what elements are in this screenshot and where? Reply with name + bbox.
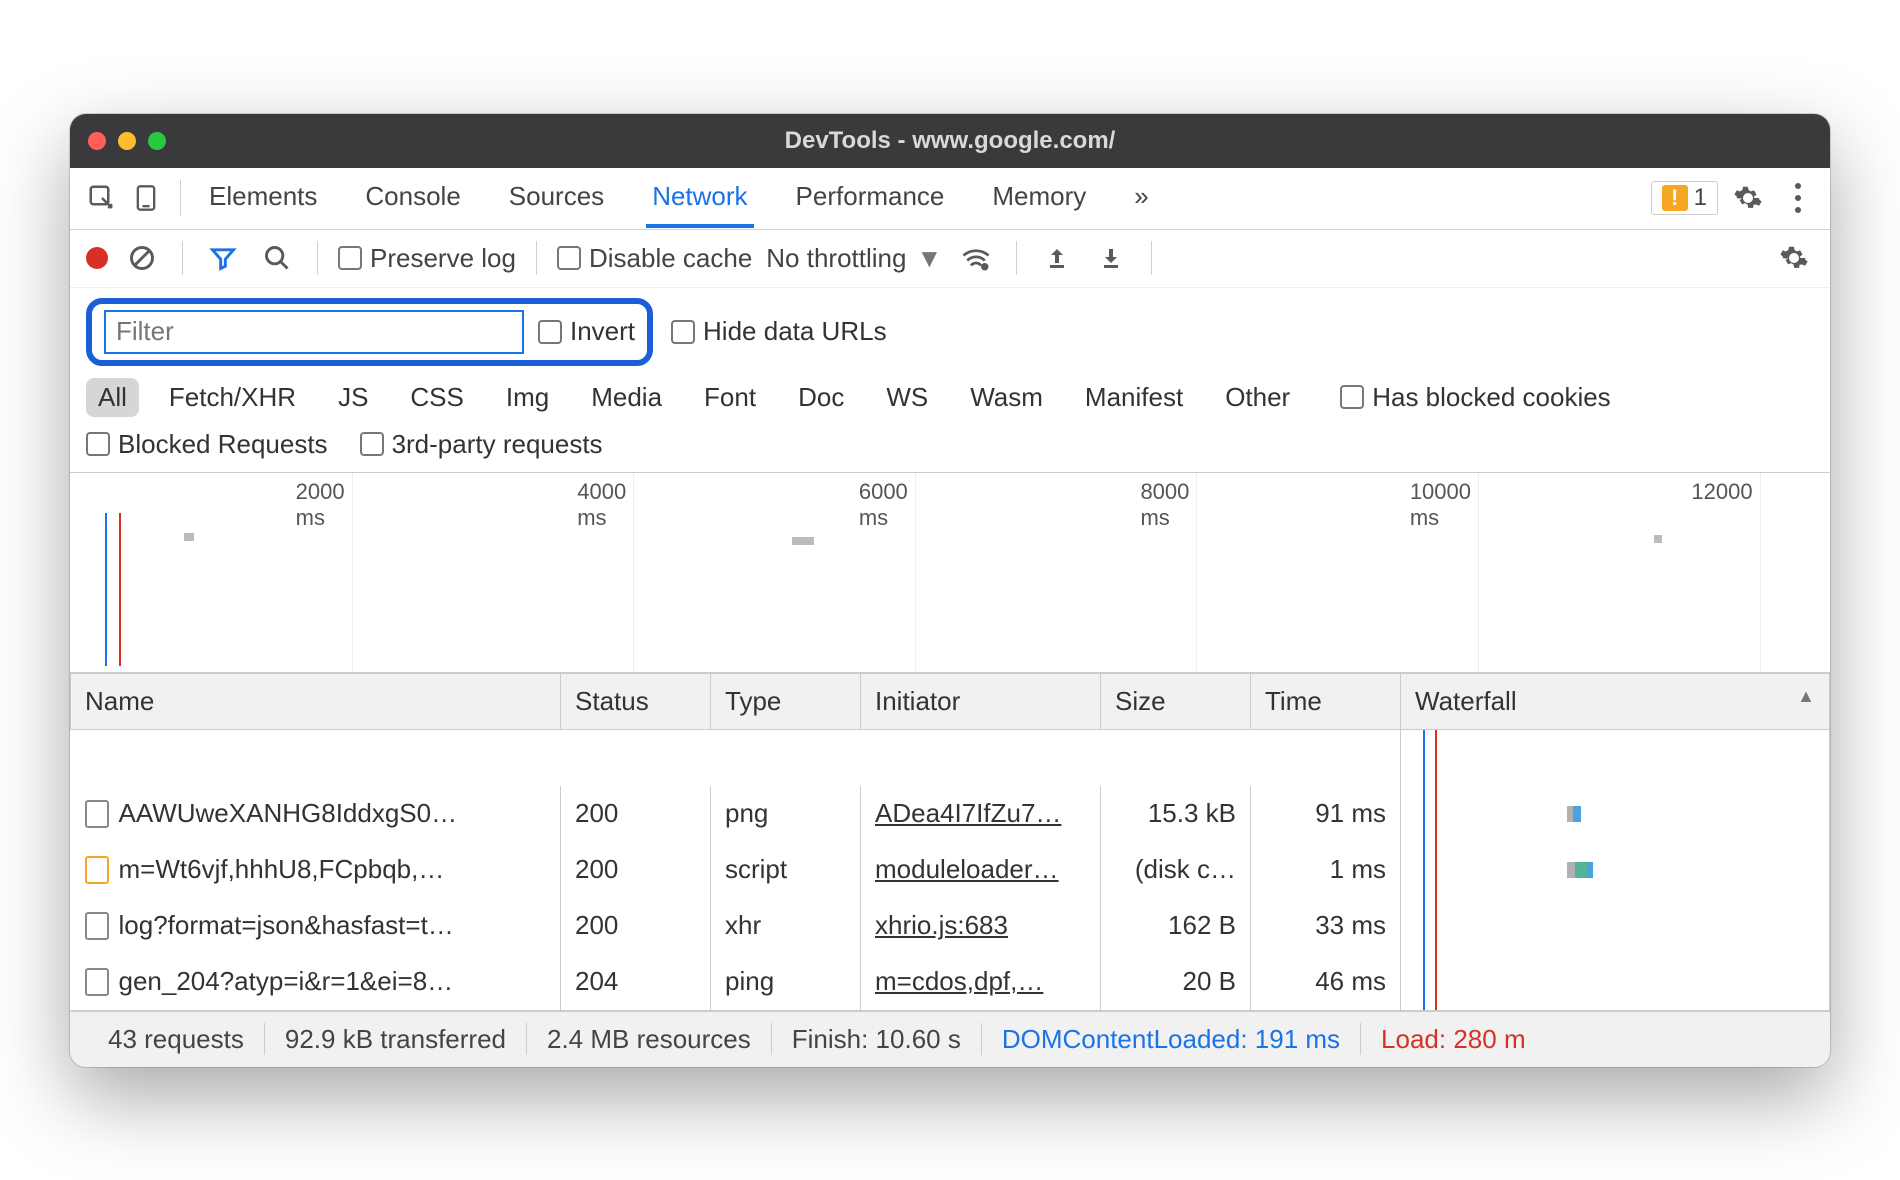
panel-tabs: Elements Console Sources Network Perform… bbox=[203, 169, 1155, 228]
type-filters: All Fetch/XHR JS CSS Img Media Font Doc … bbox=[70, 372, 1830, 423]
kebab-icon[interactable] bbox=[1778, 178, 1818, 218]
preserve-log-checkbox[interactable]: Preserve log bbox=[338, 243, 516, 274]
initiator-link[interactable]: xhrio.js:683 bbox=[875, 910, 1008, 940]
col-type[interactable]: Type bbox=[711, 673, 861, 729]
table-header-row: Name Status Type Initiator Size Time Wat… bbox=[71, 673, 1830, 729]
status-resources: 2.4 MB resources bbox=[527, 1024, 771, 1055]
download-icon[interactable] bbox=[1091, 238, 1131, 278]
window-controls bbox=[88, 132, 166, 150]
filter-input[interactable] bbox=[104, 310, 524, 354]
filter-row-3: Blocked Requests 3rd-party requests bbox=[70, 423, 1830, 473]
status-bar: 43 requests 92.9 kB transferred 2.4 MB r… bbox=[70, 1011, 1830, 1067]
status-transferred: 92.9 kB transferred bbox=[265, 1024, 526, 1055]
tab-performance[interactable]: Performance bbox=[790, 169, 951, 228]
has-blocked-cookies-checkbox[interactable]: Has blocked cookies bbox=[1340, 382, 1610, 413]
table-row[interactable]: log?format=json&hasfast=t… 200 xhr xhrio… bbox=[71, 898, 1830, 954]
tab-memory[interactable]: Memory bbox=[986, 169, 1092, 228]
status-requests: 43 requests bbox=[88, 1024, 264, 1055]
upload-icon[interactable] bbox=[1037, 238, 1077, 278]
col-waterfall[interactable]: Waterfall bbox=[1401, 673, 1830, 729]
doc-file-icon bbox=[85, 912, 109, 940]
network-table: Name Status Type Initiator Size Time Wat… bbox=[70, 673, 1830, 1011]
type-img[interactable]: Img bbox=[494, 378, 561, 417]
tab-sources[interactable]: Sources bbox=[503, 169, 610, 228]
image-file-icon bbox=[85, 800, 109, 828]
main-tabs-row: Elements Console Sources Network Perform… bbox=[70, 168, 1830, 230]
clear-icon[interactable] bbox=[122, 238, 162, 278]
type-other[interactable]: Other bbox=[1213, 378, 1302, 417]
type-doc[interactable]: Doc bbox=[786, 378, 856, 417]
close-icon[interactable] bbox=[88, 132, 106, 150]
doc-file-icon bbox=[85, 968, 109, 996]
filter-row: Invert Hide data URLs bbox=[70, 288, 1830, 372]
type-ws[interactable]: WS bbox=[874, 378, 940, 417]
type-fetch-xhr[interactable]: Fetch/XHR bbox=[157, 378, 308, 417]
initiator-link[interactable]: ADea4I7IfZu7… bbox=[875, 798, 1061, 828]
type-manifest[interactable]: Manifest bbox=[1073, 378, 1195, 417]
devtools-window: DevTools - www.google.com/ Elements Cons… bbox=[70, 114, 1830, 1067]
col-time[interactable]: Time bbox=[1251, 673, 1401, 729]
initiator-link[interactable]: m=cdos,dpf,… bbox=[875, 966, 1043, 996]
third-party-checkbox[interactable]: 3rd-party requests bbox=[360, 429, 603, 460]
invert-checkbox[interactable]: Invert bbox=[538, 316, 635, 347]
type-all[interactable]: All bbox=[86, 378, 139, 417]
blocked-requests-checkbox[interactable]: Blocked Requests bbox=[86, 429, 328, 460]
initiator-link[interactable]: moduleloader… bbox=[875, 854, 1059, 884]
disable-cache-checkbox[interactable]: Disable cache bbox=[557, 243, 752, 274]
throttling-select[interactable]: No throttling ▼ bbox=[766, 243, 942, 274]
window-title: DevTools - www.google.com/ bbox=[70, 127, 1830, 155]
network-toolbar: Preserve log Disable cache No throttling… bbox=[70, 230, 1830, 288]
tab-console[interactable]: Console bbox=[359, 169, 466, 228]
settings-icon[interactable] bbox=[1728, 178, 1768, 218]
table-row[interactable]: m=Wt6vjf,hhhU8,FCpbqb,… 200 script modul… bbox=[71, 842, 1830, 898]
record-icon[interactable] bbox=[86, 247, 108, 269]
type-css[interactable]: CSS bbox=[398, 378, 475, 417]
status-load: Load: 280 m bbox=[1361, 1024, 1546, 1055]
hide-data-urls-checkbox[interactable]: Hide data URLs bbox=[671, 316, 887, 347]
timeline-overview[interactable]: 2000 ms 4000 ms 6000 ms 8000 ms 10000 ms… bbox=[70, 473, 1830, 673]
network-conditions-icon[interactable] bbox=[956, 238, 996, 278]
zoom-icon[interactable] bbox=[148, 132, 166, 150]
minimize-icon[interactable] bbox=[118, 132, 136, 150]
col-status[interactable]: Status bbox=[561, 673, 711, 729]
type-font[interactable]: Font bbox=[692, 378, 768, 417]
script-file-icon bbox=[85, 856, 109, 884]
type-js[interactable]: JS bbox=[326, 378, 380, 417]
panel-settings-icon[interactable] bbox=[1774, 238, 1814, 278]
tab-elements[interactable]: Elements bbox=[203, 169, 323, 228]
type-wasm[interactable]: Wasm bbox=[958, 378, 1055, 417]
device-toggle-icon[interactable] bbox=[126, 178, 166, 218]
search-icon[interactable] bbox=[257, 238, 297, 278]
issues-badge[interactable]: !1 bbox=[1651, 181, 1718, 215]
tab-more[interactable]: » bbox=[1128, 169, 1154, 228]
status-finish: Finish: 10.60 s bbox=[772, 1024, 981, 1055]
col-size[interactable]: Size bbox=[1101, 673, 1251, 729]
inspect-icon[interactable] bbox=[82, 178, 122, 218]
filter-highlight: Invert bbox=[86, 298, 653, 366]
col-initiator[interactable]: Initiator bbox=[861, 673, 1101, 729]
type-media[interactable]: Media bbox=[579, 378, 674, 417]
issues-count: 1 bbox=[1694, 184, 1707, 212]
title-bar: DevTools - www.google.com/ bbox=[70, 114, 1830, 168]
chevron-down-icon: ▼ bbox=[916, 243, 942, 274]
table-row[interactable]: AAWUweXANHG8IddxgS0… 200 png ADea4I7IfZu… bbox=[71, 786, 1830, 842]
tab-network[interactable]: Network bbox=[646, 169, 753, 228]
filter-icon[interactable] bbox=[203, 238, 243, 278]
col-name[interactable]: Name bbox=[71, 673, 561, 729]
status-dcl: DOMContentLoaded: 191 ms bbox=[982, 1024, 1360, 1055]
table-row[interactable]: gen_204?atyp=i&r=1&ei=8… 204 ping m=cdos… bbox=[71, 954, 1830, 1011]
